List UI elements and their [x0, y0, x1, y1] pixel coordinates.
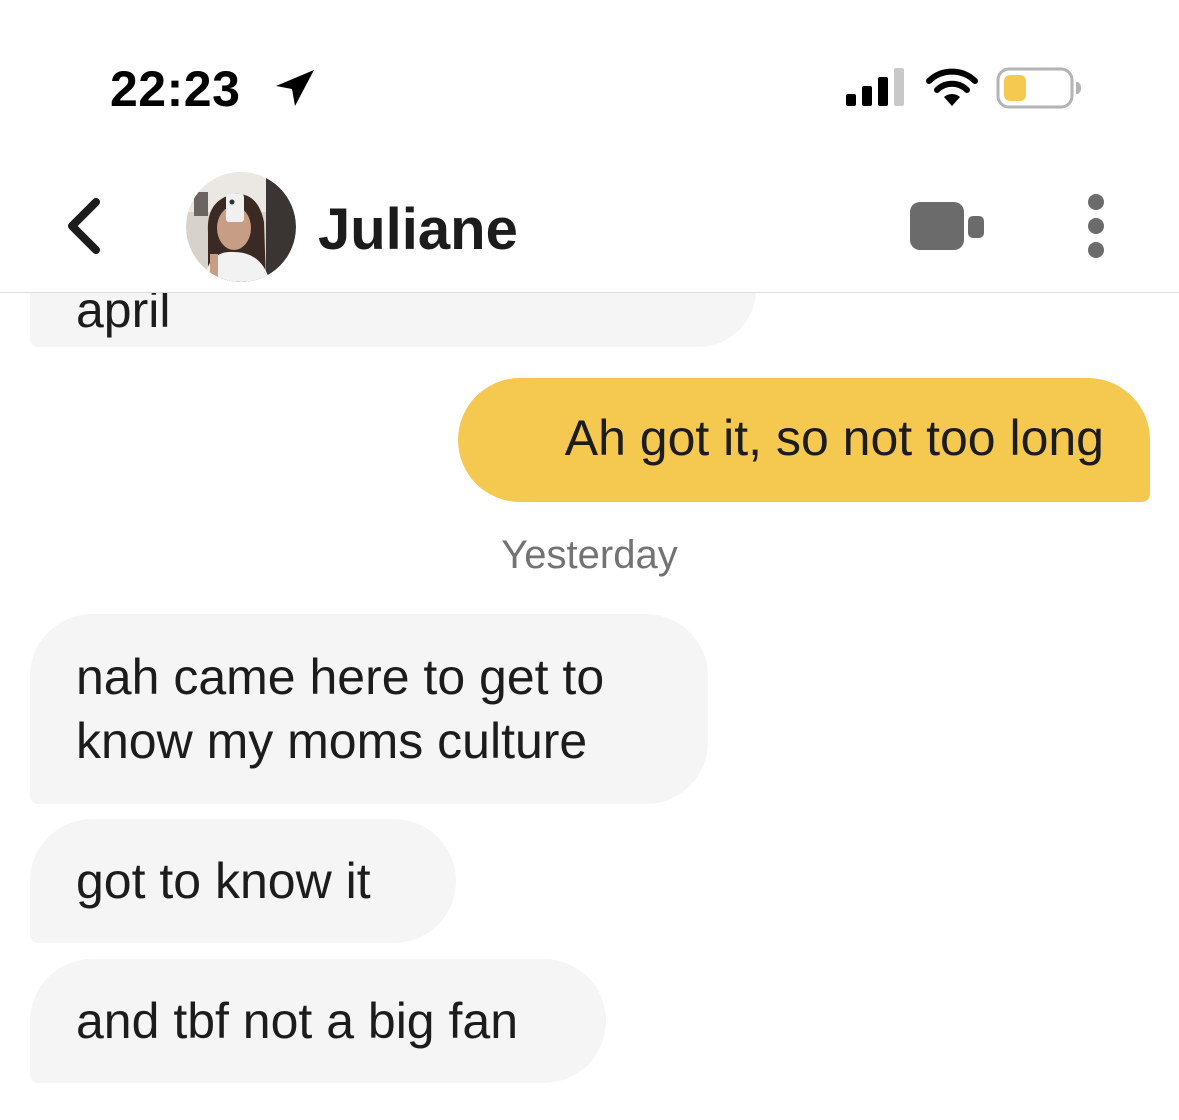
battery-icon [996, 67, 1081, 109]
wifi-icon [926, 68, 978, 106]
more-vertical-icon [1088, 194, 1104, 258]
video-camera-icon [910, 202, 984, 250]
date-separator: Yesterday [501, 533, 678, 577]
message-bubble-outgoing[interactable]: Ah got it, so not too long [458, 378, 1150, 502]
message-text: april [76, 293, 171, 338]
message-bubble-incoming[interactable]: got to know it [30, 819, 456, 943]
more-options-button[interactable] [1076, 192, 1116, 262]
avatar[interactable] [186, 172, 296, 282]
message-text: got to know it [76, 853, 371, 909]
message-text: Ah got it, so not too long [564, 410, 1104, 466]
cellular-signal-icon [846, 68, 904, 106]
back-button[interactable] [58, 196, 114, 256]
message-bubble-incoming[interactable]: april [30, 293, 756, 347]
video-call-button[interactable] [906, 198, 990, 254]
message-text: and tbf not a big fan [76, 993, 519, 1049]
message-bubble-incoming[interactable]: nah came here to get to know my moms cul… [30, 614, 708, 804]
chat-area[interactable]: april Ah got it, so not too long Yesterd… [0, 293, 1179, 1120]
chevron-left-icon [68, 198, 100, 254]
message-text: nah came here to get to know my moms cul… [76, 649, 605, 769]
message-bubble-incoming[interactable]: and tbf not a big fan [30, 959, 606, 1083]
status-time: 22:23 [110, 61, 241, 117]
contact-name[interactable]: Juliane [318, 196, 518, 263]
location-arrow-icon [276, 70, 314, 106]
